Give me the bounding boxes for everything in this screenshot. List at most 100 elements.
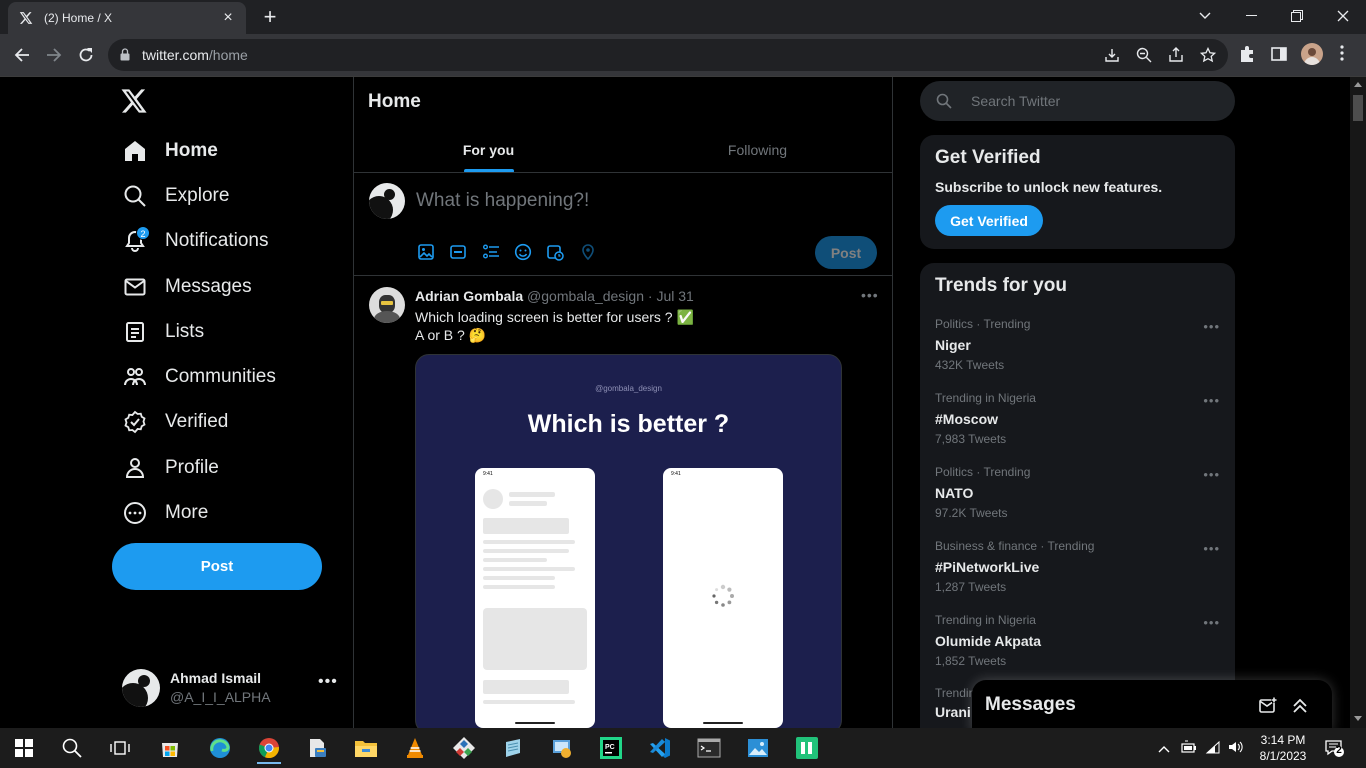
- extensions-puzzle-icon[interactable]: [1238, 45, 1258, 65]
- compose-input[interactable]: What is happening?!: [416, 190, 589, 212]
- trend-item[interactable]: Trending in Nigeria Olumide Akpata 1,852…: [935, 613, 1225, 683]
- sidebar-item-verified[interactable]: Verified: [122, 400, 228, 444]
- location-pin-icon[interactable]: [579, 243, 597, 261]
- profile-avatar-icon[interactable]: [1301, 43, 1323, 65]
- wifi-icon[interactable]: [1205, 740, 1221, 759]
- share-icon[interactable]: [1168, 47, 1184, 63]
- sidebar-item-messages[interactable]: Messages: [122, 265, 252, 309]
- more-horizontal-icon[interactable]: •••: [1203, 393, 1220, 408]
- control-panel-icon[interactable]: [542, 732, 582, 764]
- sidebar-item-profile[interactable]: Profile: [122, 446, 219, 490]
- sidebar-item-notifications[interactable]: 2 Notifications: [122, 219, 269, 263]
- sidebar-item-more[interactable]: More: [122, 491, 208, 535]
- trend-item[interactable]: Politics · Trending Niger 432K Tweets ••…: [935, 317, 1225, 387]
- trend-count: 432K Tweets: [935, 358, 1005, 372]
- phone-home-indicator: [515, 722, 555, 724]
- app-grid-icon[interactable]: [787, 732, 827, 764]
- sidebar-item-explore[interactable]: Explore: [122, 174, 229, 218]
- tab-search-icon[interactable]: [1182, 0, 1228, 32]
- new-message-icon[interactable]: [1259, 697, 1277, 720]
- close-window-button[interactable]: [1320, 0, 1366, 32]
- vscode-app-icon[interactable]: [640, 732, 680, 764]
- tweet-date[interactable]: · Jul 31: [648, 288, 694, 304]
- trend-item[interactable]: Business & finance · Trending #PiNetwork…: [935, 539, 1225, 609]
- twitter-page: Home Explore 2 Notifications Messages Li…: [0, 77, 1350, 728]
- vlc-player-icon[interactable]: [395, 732, 435, 764]
- battery-icon[interactable]: [1181, 740, 1197, 759]
- volume-icon[interactable]: [1228, 740, 1244, 759]
- tweet-media-image[interactable]: @gombala_design Which is better ? 9:41 9…: [415, 354, 842, 728]
- card-title: Trends for you: [935, 275, 1067, 296]
- side-panel-icon[interactable]: [1270, 45, 1290, 65]
- avatar[interactable]: [369, 287, 405, 323]
- scroll-down-icon[interactable]: [1354, 716, 1362, 722]
- tweet-author[interactable]: Adrian Gombala: [415, 288, 523, 304]
- get-verified-button[interactable]: Get Verified: [935, 205, 1043, 236]
- task-view-icon[interactable]: [100, 732, 140, 764]
- chevron-up-icon[interactable]: [1158, 741, 1170, 759]
- bookmark-star-icon[interactable]: [1199, 46, 1217, 63]
- back-arrow-icon[interactable]: [7, 40, 37, 70]
- browser-menu-icon[interactable]: [1340, 45, 1350, 65]
- more-horizontal-icon[interactable]: •••: [1203, 467, 1220, 482]
- photos-app-icon[interactable]: [738, 732, 778, 764]
- forward-arrow-icon[interactable]: [39, 40, 69, 70]
- sidebar-item-communities[interactable]: Communities: [122, 355, 276, 399]
- search-icon[interactable]: [52, 732, 92, 764]
- file-explorer-icon[interactable]: [346, 732, 386, 764]
- scrollbar-thumb[interactable]: [1353, 95, 1363, 121]
- edge-browser-icon[interactable]: [200, 732, 240, 764]
- tab-for-you[interactable]: For you: [354, 127, 623, 173]
- trend-item[interactable]: Politics · Trending NATO 97.2K Tweets ••…: [935, 465, 1225, 535]
- more-horizontal-icon[interactable]: •••: [318, 673, 338, 691]
- chrome-browser-icon[interactable]: [249, 732, 289, 764]
- emoji-icon[interactable]: [514, 243, 532, 261]
- zoom-icon[interactable]: [1136, 47, 1152, 63]
- more-horizontal-icon[interactable]: •••: [1203, 541, 1220, 556]
- notepad-app-icon[interactable]: [493, 732, 533, 764]
- image-icon[interactable]: [417, 243, 435, 261]
- chevron-up-double-icon[interactable]: [1291, 697, 1309, 720]
- account-switcher[interactable]: Ahmad Ismail @A_I_I_ALPHA •••: [118, 665, 348, 711]
- lock-icon[interactable]: [120, 48, 130, 66]
- minimize-button[interactable]: [1228, 0, 1274, 32]
- notification-center-icon[interactable]: 2: [1324, 738, 1344, 763]
- avatar: [369, 183, 405, 219]
- more-horizontal-icon[interactable]: •••: [861, 287, 879, 303]
- x-logo-icon[interactable]: [120, 87, 150, 117]
- search-input[interactable]: Search Twitter: [920, 81, 1235, 121]
- more-horizontal-icon[interactable]: •••: [1203, 615, 1220, 630]
- terminal-app-icon[interactable]: [689, 732, 729, 764]
- post-button[interactable]: Post: [112, 543, 322, 590]
- scroll-up-icon[interactable]: [1354, 81, 1362, 87]
- close-tab-icon[interactable]: ×: [220, 9, 236, 27]
- address-bar[interactable]: twitter.com/home: [108, 39, 1228, 71]
- tab-following[interactable]: Following: [623, 127, 892, 173]
- windows-start-icon[interactable]: [4, 732, 44, 764]
- page-scrollbar[interactable]: [1350, 77, 1366, 728]
- new-tab-button[interactable]: +: [256, 4, 284, 30]
- microsoft-store-icon[interactable]: [150, 732, 190, 764]
- tweet-handle[interactable]: @gombala_design: [527, 288, 644, 304]
- file-app-icon[interactable]: [297, 732, 337, 764]
- poll-icon[interactable]: [482, 243, 500, 261]
- compose-post-button[interactable]: Post: [815, 236, 877, 269]
- sidebar-item-label: Profile: [165, 457, 219, 478]
- pycharm-app-icon[interactable]: PC: [591, 732, 631, 764]
- browser-tab[interactable]: (2) Home / X ×: [8, 2, 246, 34]
- tweet-text: Which loading screen is better for users…: [415, 308, 694, 344]
- more-horizontal-icon[interactable]: •••: [1203, 319, 1220, 334]
- restore-button[interactable]: [1274, 0, 1320, 32]
- schedule-icon[interactable]: [546, 243, 564, 261]
- taskbar-clock[interactable]: 3:14 PM 8/1/2023: [1256, 732, 1310, 764]
- sidebar-item-lists[interactable]: Lists: [122, 310, 204, 354]
- install-app-icon[interactable]: [1104, 47, 1120, 63]
- messages-drawer[interactable]: Messages: [972, 680, 1332, 728]
- git-app-icon[interactable]: [444, 732, 484, 764]
- reload-icon[interactable]: [71, 40, 101, 70]
- gif-icon[interactable]: [449, 243, 467, 261]
- sidebar-item-home[interactable]: Home: [122, 129, 218, 173]
- trend-name: #PiNetworkLive: [935, 559, 1040, 575]
- browser-toolbar: twitter.com/home: [0, 34, 1366, 77]
- trend-item[interactable]: Trending in Nigeria #Moscow 7,983 Tweets…: [935, 391, 1225, 461]
